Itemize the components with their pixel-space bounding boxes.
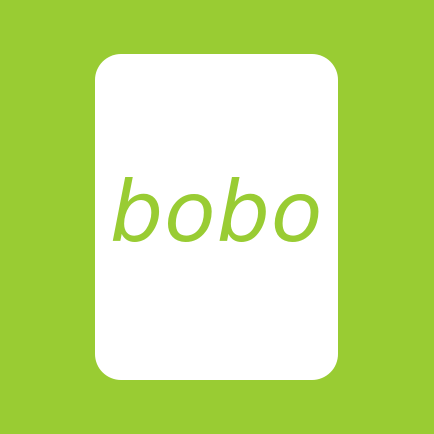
logo-text: bobo: [109, 163, 324, 261]
logo-card: bobo: [95, 54, 338, 380]
app-icon[interactable]: bobo: [0, 0, 434, 434]
